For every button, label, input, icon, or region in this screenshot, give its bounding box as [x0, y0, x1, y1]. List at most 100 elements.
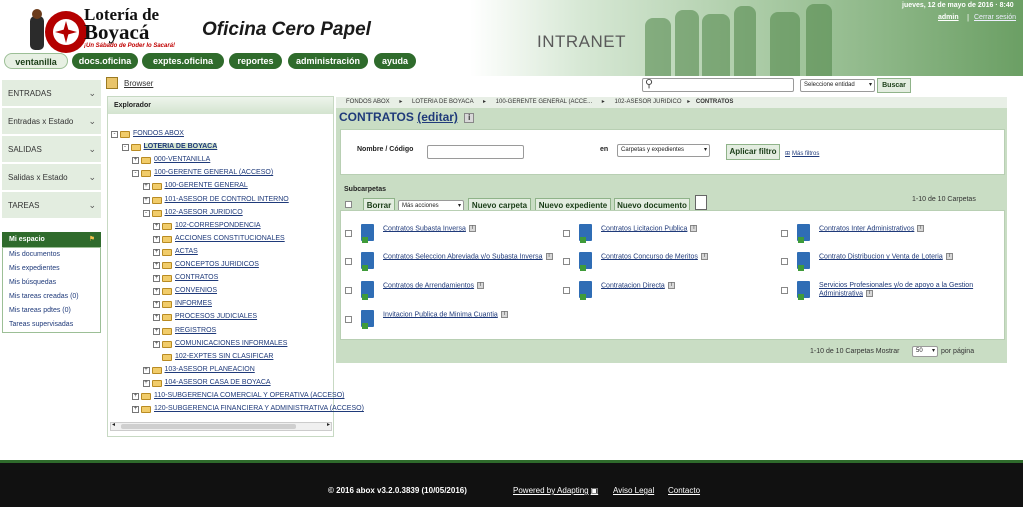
scrollbar-thumb[interactable] [121, 424, 296, 429]
folder-link[interactable]: Contratos de Arrendamientos i [383, 282, 485, 290]
tree-node[interactable]: 102-ASESOR JURIDICO [165, 209, 243, 216]
nav-administracion[interactable]: administración [288, 53, 368, 69]
tree-node[interactable]: ACCIONES CONSTITUCIONALES [175, 235, 285, 242]
my-space-item[interactable]: Mis expedientes [9, 265, 60, 272]
tree-node[interactable]: CONVENIOS [175, 287, 217, 294]
info-icon[interactable]: i [545, 253, 553, 260]
folder-checkbox[interactable] [563, 230, 570, 237]
legal-link[interactable]: Aviso Legal [613, 486, 654, 495]
contact-link[interactable]: Contacto [668, 486, 700, 495]
tree-node[interactable]: 101-ASESOR DE CONTROL INTERNO [165, 196, 289, 203]
breadcrumb-item[interactable]: LOTERIA DE BOYACA [412, 99, 473, 105]
horizontal-scrollbar[interactable]: ◂ ▸ [110, 422, 332, 431]
nav-exptes-oficina[interactable]: exptes.oficina [142, 53, 224, 69]
scroll-left-icon[interactable]: ◂ [112, 421, 115, 428]
folder-binder-icon[interactable] [579, 281, 592, 300]
more-filters-link[interactable]: ⊞ Más filtros [785, 150, 819, 157]
folder-binder-icon[interactable] [361, 224, 374, 243]
sidebar-item-entradas-estado[interactable]: Entradas x Estado ⌄ [2, 108, 101, 135]
folder-link[interactable]: Contratos Licitacion Publica i [601, 225, 698, 233]
expand-toggle-icon[interactable]: + [153, 222, 160, 230]
powered-by-link[interactable]: Powered by Adapting ▣ [513, 486, 598, 495]
folder-checkbox[interactable] [345, 316, 352, 323]
info-icon[interactable]: i [500, 311, 508, 318]
folder-checkbox[interactable] [563, 287, 570, 294]
tree-node[interactable]: 102-EXPTES SIN CLASIFICAR [175, 353, 273, 360]
folder-binder-icon[interactable] [797, 224, 810, 243]
expand-toggle-icon[interactable]: + [153, 235, 160, 243]
folder-link[interactable]: Contratos Subasta Inversa i [383, 225, 476, 233]
folder-checkbox[interactable] [781, 230, 788, 237]
folder-binder-icon[interactable] [797, 281, 810, 300]
expand-toggle-icon[interactable]: + [153, 327, 160, 335]
sidebar-item-salidas-estado[interactable]: Salidas x Estado ⌄ [2, 164, 101, 191]
folder-checkbox[interactable] [781, 287, 788, 294]
tree-node[interactable]: ACTAS [175, 248, 198, 255]
collapse-toggle-icon[interactable]: - [111, 131, 118, 138]
tree-node[interactable]: 100-GERENTE GENERAL (ACCESO) [154, 169, 273, 176]
collapse-toggle-icon[interactable]: - [142, 209, 150, 217]
folder-binder-icon[interactable] [361, 310, 374, 329]
sidebar-item-entradas[interactable]: ENTRADAS ⌄ [2, 80, 101, 107]
folder-link[interactable]: Administrativa i [819, 290, 973, 298]
user-link[interactable]: admin [938, 14, 959, 21]
info-icon[interactable]: i [464, 112, 475, 123]
entity-select[interactable]: Seleccione entidad ▾ [800, 79, 875, 92]
expand-toggle-icon[interactable]: + [153, 275, 160, 283]
tree-node[interactable]: 120-SUBGERENCIA FINANCIERA Y ADMINISTRAT… [154, 405, 364, 412]
folder-checkbox[interactable] [345, 230, 352, 237]
expand-toggle-icon[interactable]: + [142, 196, 150, 204]
expand-toggle-icon[interactable]: + [132, 393, 139, 400]
tree-node[interactable]: CONTRATOS [175, 274, 218, 281]
info-icon[interactable]: i [477, 282, 485, 289]
info-icon[interactable]: i [667, 282, 675, 289]
sidebar-item-salidas[interactable]: SALIDAS ⌄ [2, 136, 101, 163]
info-icon[interactable]: i [917, 225, 925, 232]
my-space-item[interactable]: Tareas supervisadas [9, 321, 73, 328]
my-space-item[interactable]: Mis documentos [9, 251, 60, 258]
expand-toggle-icon[interactable]: + [132, 406, 139, 414]
folder-checkbox[interactable] [345, 287, 352, 294]
tree-node[interactable]: 103-ASESOR PLANEACION [165, 366, 255, 373]
tree-node[interactable]: 110-SUBGERENCIA COMERCIAL Y OPERATIVA (A… [154, 392, 344, 399]
tree-node[interactable]: 100-GERENTE GENERAL [165, 182, 248, 189]
search-input[interactable] [642, 78, 794, 92]
breadcrumb-item[interactable]: 100-GERENTE GENERAL (ACCE... [496, 99, 592, 105]
scroll-right-icon[interactable]: ▸ [327, 421, 330, 428]
folder-binder-icon[interactable] [361, 252, 374, 271]
browser-link[interactable]: Browser [124, 79, 153, 88]
filter-scope-select[interactable]: Carpetas y expedientes ▾ [617, 144, 710, 157]
my-space-header[interactable]: Mi espacio ⚑ [2, 232, 101, 247]
folder-link[interactable]: Contratacion Directa i [601, 282, 675, 290]
expand-toggle-icon[interactable]: + [153, 340, 160, 348]
edit-link[interactable]: (editar) [417, 110, 458, 124]
expand-toggle-icon[interactable]: + [142, 366, 150, 374]
expand-toggle-icon[interactable]: + [153, 301, 160, 309]
search-button[interactable]: Buscar [877, 78, 911, 93]
folder-checkbox[interactable] [781, 258, 788, 265]
tree-node[interactable]: COMUNICACIONES INFORMALES [175, 340, 287, 347]
tree-node[interactable]: 102-CORRESPONDENCIA [175, 222, 261, 229]
filter-name-input[interactable] [427, 145, 524, 159]
logout-link[interactable]: Cerrar sesión [974, 14, 1016, 21]
breadcrumb-item[interactable]: FONDOS ABOX [346, 99, 390, 105]
nav-reportes[interactable]: reportes [229, 53, 282, 69]
tree-node[interactable]: CONCEPTOS JURIDICOS [175, 261, 259, 268]
apply-filter-button[interactable]: Aplicar filtro [726, 144, 780, 160]
folder-binder-icon[interactable] [797, 252, 810, 271]
my-space-item[interactable]: Mis tareas pdtes (0) [9, 307, 71, 314]
folder-binder-icon[interactable] [579, 224, 592, 243]
expand-toggle-icon[interactable]: + [153, 262, 160, 269]
collapse-toggle-icon[interactable]: - [132, 170, 139, 178]
expand-toggle-icon[interactable]: + [153, 288, 160, 296]
info-icon[interactable]: i [865, 290, 873, 297]
sidebar-item-tareas[interactable]: TAREAS ⌄ [2, 192, 101, 219]
expand-toggle-icon[interactable]: + [142, 183, 150, 191]
my-space-item[interactable]: Mis tareas creadas (0) [9, 293, 79, 300]
expand-toggle-icon[interactable]: + [132, 157, 139, 165]
folder-link[interactable]: Contrato Distribucion y Venta de Loteria… [819, 253, 953, 261]
nav-ventanilla[interactable]: ventanilla [4, 53, 68, 69]
info-icon[interactable]: i [700, 253, 708, 260]
folder-checkbox[interactable] [563, 258, 570, 265]
page-size-select[interactable]: 50 ▾ [912, 346, 938, 357]
